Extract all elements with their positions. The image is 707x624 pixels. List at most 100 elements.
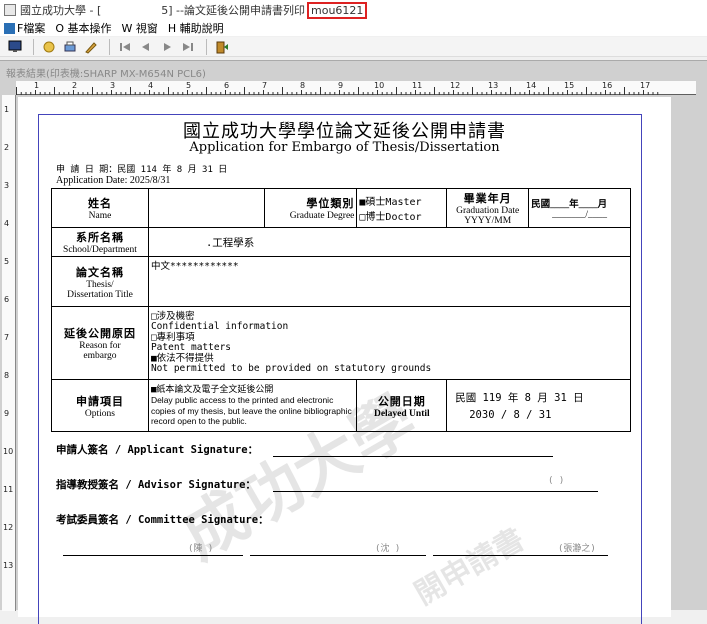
reason-label-zh: 延後公開原因: [63, 328, 136, 340]
ruler-label: 1: [34, 81, 40, 90]
committee-signature-line-2: [250, 555, 426, 556]
report-page: 成功大學 開申請書 國立成功大學學位論文延後公開申請書 Application …: [18, 97, 671, 624]
ruler-top: 1 2 3 4 5 6 7 8 9 10 11 12 13 14 15 16 1…: [16, 81, 696, 95]
menu-basic-ops-label: O 基本操作: [55, 22, 112, 35]
grad-format: YYYY/MM: [464, 216, 512, 226]
degree-label-cell: 學位類別 Graduate Degree: [263, 188, 358, 228]
grad-value-line1: 民國____年____月: [531, 200, 608, 210]
dept-label-zh: 系所名稱: [75, 232, 124, 244]
thesis-value: 中文************: [150, 261, 239, 272]
grad-label-cell: 畢業年月 Graduation Date YYYY/MM: [446, 188, 530, 228]
application-form-table: 姓名 Name 學位類別 Graduate Degree ■碩士Master □…: [51, 188, 632, 432]
delay-value-cell: 民國 119 年 8 月 31 日 2030 / 8 / 31: [446, 379, 631, 432]
ruler-label: 10: [374, 81, 385, 90]
ruler-label: 9: [338, 81, 344, 90]
grad-label-zh: 畢業年月: [463, 193, 512, 205]
options-label-en: Options: [84, 408, 116, 419]
ruler-label: 16: [602, 81, 613, 90]
exit-icon[interactable]: [213, 39, 231, 55]
form-row-department: 系所名稱 School/Department .工程學系: [51, 227, 632, 257]
form-row-options: 申請項目 Options ■紙本論文及電子全文延後公開 Delay public…: [51, 379, 631, 432]
window-title-prefix: 國立成功大學 - [: [20, 4, 102, 17]
report-viewer[interactable]: 報表結果(印表機:SHARP MX-M654N PCL6) 1 2 3 4 5 …: [0, 60, 707, 624]
ruler-label: 3: [110, 81, 116, 90]
ruler-label: 2: [4, 143, 10, 152]
app-icon: [4, 4, 16, 16]
name-label-en: Name: [88, 211, 112, 221]
name-label-cell: 姓名 Name: [51, 188, 149, 228]
ruler-label: 11: [3, 485, 14, 494]
menu-basic-ops[interactable]: O 基本操作: [55, 20, 111, 36]
menu-help[interactable]: H 輔助說明: [168, 20, 224, 36]
menu-bar: F檔案 O 基本操作 W 視窗 H 輔助說明: [0, 20, 707, 36]
ruler-label: 11: [412, 81, 423, 90]
display-icon[interactable]: [6, 39, 24, 55]
prev-page-icon[interactable]: [137, 39, 155, 55]
ruler-label: 4: [4, 219, 10, 228]
committee-member-2: (沈 ): [375, 544, 401, 554]
ruler-label: 1: [4, 105, 10, 114]
dept-value-cell: .工程學系: [147, 227, 632, 257]
application-date-en: Application Date: 2025/8/31: [56, 175, 171, 186]
menu-window[interactable]: W 視窗: [121, 20, 157, 36]
advisor-signature-label: 指導教授簽名 / Advisor Signature：: [56, 479, 256, 491]
ruler-label: 17: [640, 81, 651, 90]
delay-label-cell: 公開日期 Delayed Until: [356, 379, 448, 432]
ruler-label: 6: [4, 295, 10, 304]
reason-confidential-en: Confidential information: [150, 321, 289, 332]
delay-label-en: Delayed Until: [373, 408, 430, 419]
name-value-cell: [147, 188, 265, 228]
thesis-label-en1: Thesis/: [86, 279, 114, 290]
viewer-title: 報表結果(印表機:SHARP MX-M654N PCL6): [6, 69, 206, 80]
degree-label-zh: 學位類別: [306, 198, 355, 210]
print-icon[interactable]: [61, 39, 79, 55]
ruler-label: 5: [4, 257, 10, 266]
grad-label-en: Graduation Date: [456, 206, 520, 216]
committee-member-1: (陳 ): [188, 544, 214, 554]
applicant-signature-line: [273, 456, 553, 457]
application-date-zh: 申 請 日 期：民國 114 年 8 月 31 日: [56, 165, 228, 175]
ruler-label: 7: [4, 333, 10, 342]
committee-member-3: (張瀞之): [558, 544, 596, 554]
menu-window-label: W 視窗: [121, 22, 158, 35]
thesis-label-en2: Dissertation Title: [67, 289, 133, 300]
reason-label-cell: 延後公開原因 Reason for embargo: [51, 306, 149, 380]
first-page-icon[interactable]: [116, 39, 134, 55]
degree-doctor-checkbox: □博士Doctor: [359, 212, 422, 223]
document-subtitle: Application for Embargo of Thesis/Disser…: [189, 140, 500, 155]
ruler-label: 12: [450, 81, 461, 90]
options-label-cell: 申請項目 Options: [51, 379, 149, 432]
magic-icon[interactable]: [40, 39, 58, 55]
menu-help-label: H 輔助說明: [167, 22, 224, 35]
ruler-label: 12: [3, 523, 14, 532]
last-page-icon[interactable]: [179, 39, 197, 55]
delay-date-western: 2030 / 8 / 31: [469, 409, 552, 421]
reason-label-en2: embargo: [83, 351, 117, 361]
delay-label-zh: 公開日期: [377, 395, 426, 408]
options-label-zh: 申請項目: [75, 395, 124, 408]
ruler-label: 13: [488, 81, 499, 90]
menu-file[interactable]: F檔案: [4, 20, 45, 36]
delay-date-roc: 民國 119 年 8 月 31 日: [455, 392, 584, 404]
ruler-label: 15: [564, 81, 575, 90]
thesis-label-cell: 論文名稱 Thesis/ Dissertation Title: [51, 256, 149, 307]
toolbar-separator: [33, 38, 34, 55]
thesis-value-cell: 中文************: [147, 256, 632, 307]
committee-signature-line-1: [63, 555, 243, 556]
toolbar-separator: [206, 38, 207, 55]
ruler-label: 10: [3, 447, 14, 456]
next-page-icon[interactable]: [158, 39, 176, 55]
option-embargo-description: Delay public access to the printed and e…: [150, 395, 352, 426]
ruler-label: 4: [148, 81, 154, 90]
ruler-label: 8: [300, 81, 306, 90]
ruler-label: 3: [4, 181, 10, 190]
form-row-name: 姓名 Name 學位類別 Graduate Degree ■碩士Master □…: [51, 188, 631, 228]
pen-icon[interactable]: [82, 39, 100, 55]
option-embargo-checkbox: ■紙本論文及電子全文延後公開: [150, 384, 274, 395]
committee-signature-line-3: [433, 555, 608, 556]
window-title-highlight: mou6121: [307, 1, 368, 19]
dept-label-en: School/Department: [63, 245, 137, 255]
form-row-reason: 延後公開原因 Reason for embargo □涉及機密 Confiden…: [51, 306, 632, 380]
ruler-label: 13: [3, 561, 14, 570]
ruler-label: 5: [186, 81, 192, 90]
